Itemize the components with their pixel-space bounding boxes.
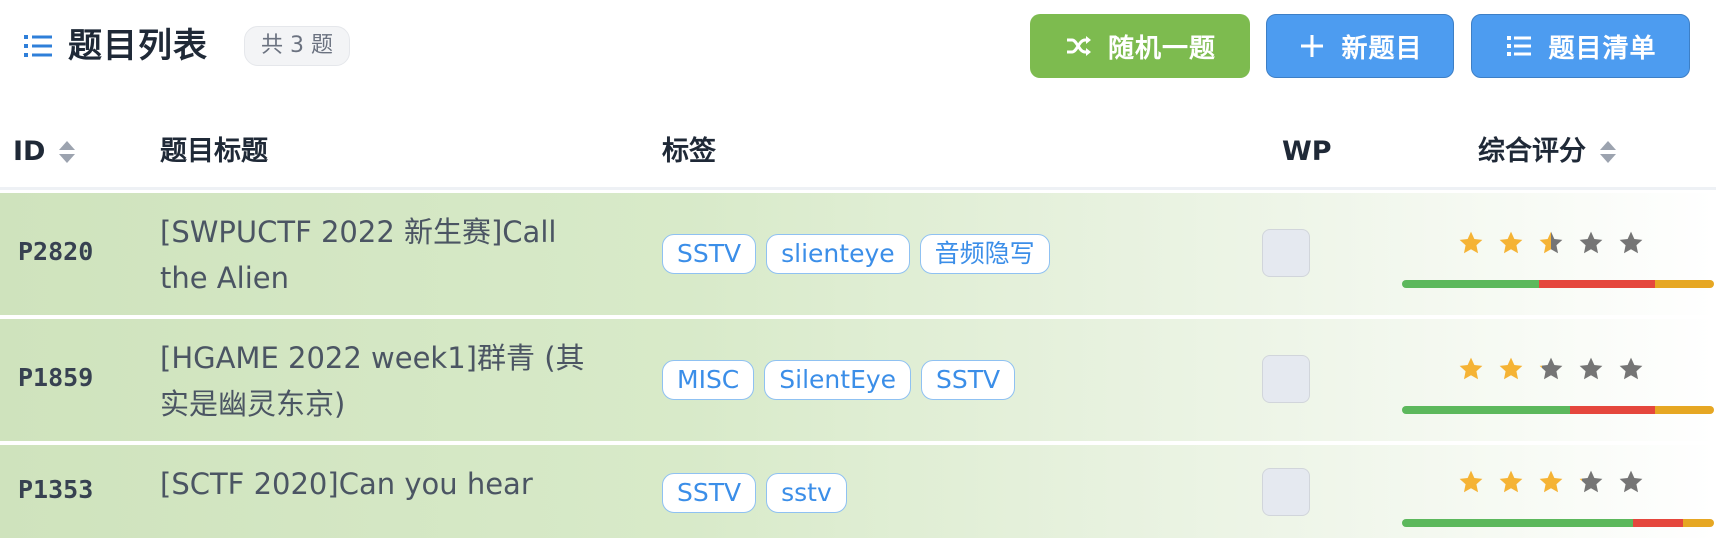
wp-indicator[interactable] [1262,229,1310,277]
star-icon [1619,357,1643,380]
wp-indicator[interactable] [1262,468,1310,516]
column-title: 题目标题 [160,136,268,167]
table-header: ID 题目标题 标签 WP 综合评分 [0,118,1716,190]
tag[interactable]: 音频隐写 [919,234,1050,274]
tag-list: MISC SilentEye SSTV [662,360,1016,400]
column-id[interactable]: ID [13,132,77,172]
problem-list-button[interactable]: 题目清单 [1471,14,1690,78]
tag[interactable]: SSTV [662,473,757,513]
tag-list: SSTV sstv [662,473,847,513]
column-rating[interactable]: 综合评分 [1478,132,1618,172]
tag[interactable]: SSTV [921,360,1016,400]
column-id-label: ID [13,136,46,167]
problem-list-label: 题目清单 [1548,33,1657,64]
column-rating-label: 综合评分 [1478,136,1586,167]
tag-list: SSTV slienteye 音频隐写 [662,234,1050,274]
rating-segment-negative [1632,519,1683,527]
tag[interactable]: sstv [766,473,847,513]
rating-segment-neutral [1682,519,1714,527]
shuffle-icon [1066,36,1091,56]
star-rating [1458,230,1644,256]
sort-icon[interactable] [57,138,77,166]
sort-icon[interactable] [1598,138,1618,166]
star-icon [1579,231,1603,254]
table-row[interactable]: P1353 [SCTF 2020]Can you hear SSTV sstv [0,445,1716,540]
list-icon [24,35,52,57]
rating-segment-neutral [1654,280,1714,288]
problem-title-line: [SWPUCTF 2022 新生赛]Call [160,215,557,249]
tag[interactable]: SSTV [662,234,757,274]
star-icon [1619,470,1643,493]
star-icon [1499,470,1523,493]
problem-title[interactable]: [SCTF 2020]Can you hear [160,461,630,507]
problem-title-line: 实是幽灵东京) [160,387,346,421]
random-problem-label: 随机一题 [1107,33,1216,64]
table-row[interactable]: P2820 [SWPUCTF 2022 新生赛]Call the Alien S… [0,193,1716,317]
plus-icon [1301,35,1324,57]
star-icon [1499,231,1523,254]
problem-id[interactable]: P1859 [18,363,93,392]
star-icon [1539,231,1563,254]
new-problem-label: 新题目 [1341,33,1423,64]
page-title: 题目列表 [68,26,208,66]
tag[interactable]: MISC [662,360,755,400]
random-problem-button[interactable]: 随机一题 [1030,14,1250,78]
star-icon [1459,357,1483,380]
tag[interactable]: slienteye [766,234,910,274]
star-icon [1539,470,1563,493]
tag[interactable]: SilentEye [764,360,912,400]
list-icon [1507,36,1532,56]
page-header: 题目列表 共 3 题 随机一题 新题目 题目清单 [0,0,1716,96]
wp-indicator[interactable] [1262,355,1310,403]
star-icon [1579,470,1603,493]
star-icon [1539,357,1563,380]
star-icon [1579,357,1603,380]
rating-segment-neutral [1654,406,1714,414]
rating-segment-negative [1539,280,1655,288]
new-problem-button[interactable]: 新题目 [1266,14,1454,78]
problem-id[interactable]: P1353 [18,475,93,504]
star-rating [1458,469,1644,495]
rating-segment-positive [1402,519,1633,527]
rating-segment-positive [1402,280,1540,288]
problem-title-line: [SCTF 2020]Can you hear [160,467,533,501]
star-icon [1459,231,1483,254]
problem-title-line: the Alien [160,261,289,295]
problem-title-line: [HGAME 2022 week1]群青 (其 [160,341,585,375]
star-icon [1499,357,1523,380]
star-icon [1459,470,1483,493]
table-row[interactable]: P1859 [HGAME 2022 week1]群青 (其 实是幽灵东京) MI… [0,319,1716,443]
rating-distribution-bar [1402,280,1714,288]
star-rating [1458,356,1644,382]
rating-distribution-bar [1402,406,1714,414]
star-icon [1619,231,1643,254]
problem-title[interactable]: [HGAME 2022 week1]群青 (其 实是幽灵东京) [160,335,630,427]
column-wp: WP [1282,136,1332,167]
rating-distribution-bar [1402,519,1714,527]
column-tags: 标签 [662,136,716,167]
rating-segment-negative [1570,406,1655,414]
count-badge: 共 3 题 [244,26,350,66]
problem-title[interactable]: [SWPUCTF 2022 新生赛]Call the Alien [160,209,630,301]
rating-segment-positive [1402,406,1571,414]
problem-id[interactable]: P2820 [18,237,93,266]
